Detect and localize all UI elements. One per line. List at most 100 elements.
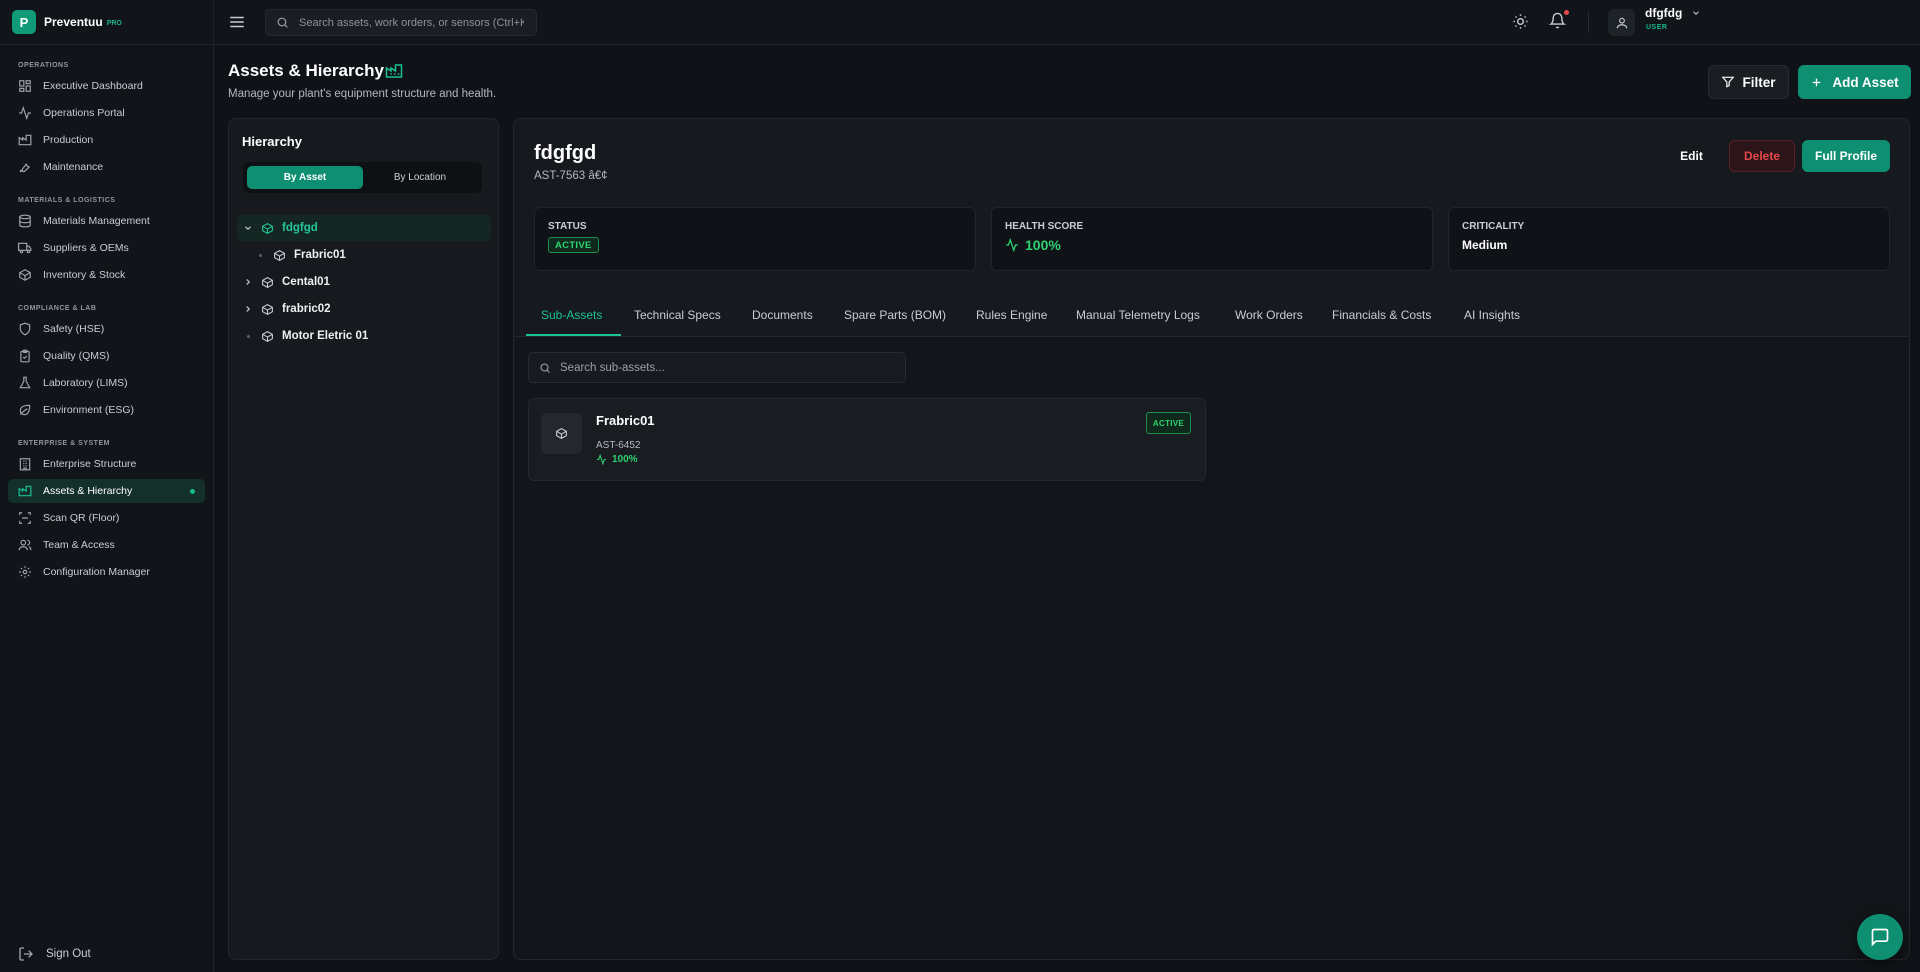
- sidebar-item-environment[interactable]: Environment (ESG): [8, 398, 205, 422]
- filter-icon: [1721, 76, 1736, 88]
- sidebar-item-production[interactable]: Production: [8, 128, 205, 152]
- sidebar-item-operations-portal[interactable]: Operations Portal: [8, 101, 205, 125]
- chevron-down-icon[interactable]: [1691, 8, 1701, 18]
- topbar-divider: [1588, 11, 1589, 33]
- status-stat-card: STATUS ACTIVE: [534, 207, 976, 271]
- sidebar-item-label: Assets & Hierarchy: [43, 485, 133, 497]
- asset-id: AST-7563 â€¢: [534, 170, 608, 182]
- add-asset-button[interactable]: Add Asset: [1798, 65, 1911, 99]
- user-icon: [1616, 17, 1627, 28]
- status-badge: ACTIVE: [548, 237, 599, 253]
- user-avatar[interactable]: [1608, 9, 1635, 36]
- database-icon: [19, 214, 31, 228]
- tab-technical-specs[interactable]: Technical Specs: [634, 308, 721, 322]
- chevron-right-icon[interactable]: [243, 277, 253, 287]
- cube-icon: [556, 428, 567, 439]
- search-icon: [277, 17, 288, 28]
- mode-by-location-button[interactable]: By Location: [362, 166, 478, 189]
- sidebar-item-label: Operations Portal: [43, 107, 125, 119]
- tree-node-frabric02[interactable]: frabric02: [237, 296, 491, 322]
- tree-node-motor-eletric[interactable]: Motor Eletric 01: [237, 323, 491, 349]
- tab-documents[interactable]: Documents: [752, 308, 813, 322]
- tree-node-frabric01[interactable]: Frabric01: [237, 242, 491, 268]
- brand[interactable]: P Preventuu PRO: [0, 0, 213, 45]
- sidebar-item-team-access[interactable]: Team & Access: [8, 533, 205, 557]
- health-score: 100%: [1025, 237, 1061, 253]
- tree-node-label: Motor Eletric 01: [282, 330, 369, 342]
- health-value: 100%: [1005, 237, 1061, 253]
- tree-node-label: fdgfgd: [282, 222, 318, 234]
- users-icon: [18, 539, 32, 551]
- scan-icon: [19, 512, 31, 524]
- sub-asset-card[interactable]: Frabric01 AST-6452 100% ACTIVE: [528, 398, 1206, 481]
- chevron-down-icon[interactable]: [243, 223, 253, 233]
- active-tab-indicator: [526, 334, 621, 336]
- nav-section-title: OPERATIONS: [18, 62, 69, 69]
- tab-rules-engine[interactable]: Rules Engine: [976, 308, 1047, 322]
- sidebar-item-executive-dashboard[interactable]: Executive Dashboard: [8, 74, 205, 98]
- clipboard-icon: [20, 349, 30, 363]
- sidebar-item-safety[interactable]: Safety (HSE): [8, 317, 205, 341]
- notification-bell-icon[interactable]: [1549, 12, 1566, 29]
- tab-work-orders[interactable]: Work Orders: [1235, 308, 1303, 322]
- sidebar-item-label: Team & Access: [43, 539, 115, 551]
- tab-sub-assets[interactable]: Sub-Assets: [541, 308, 602, 322]
- nav-section-title: MATERIALS & LOGISTICS: [18, 197, 116, 204]
- sidebar-item-label: Production: [43, 134, 94, 146]
- chevron-right-icon[interactable]: [243, 304, 253, 314]
- search-input[interactable]: [299, 16, 524, 29]
- filter-button[interactable]: Filter: [1708, 65, 1789, 99]
- add-asset-label: Add Asset: [1832, 74, 1899, 90]
- tree-node-fdgfgd[interactable]: fdgfgd: [237, 215, 491, 241]
- full-profile-button[interactable]: Full Profile: [1802, 140, 1890, 172]
- sidebar: P Preventuu PRO OPERATIONS Executive Das…: [0, 0, 214, 972]
- criticality-stat-card: CRITICALITY Medium: [1448, 207, 1890, 271]
- chat-button[interactable]: [1857, 914, 1903, 960]
- sub-asset-search[interactable]: [528, 352, 906, 383]
- factory-icon: [18, 485, 32, 497]
- activity-icon: [1006, 238, 1018, 252]
- tab-spare-parts[interactable]: Spare Parts (BOM): [844, 308, 946, 322]
- sidebar-nav: OPERATIONS Executive Dashboard Operation…: [0, 62, 213, 584]
- sidebar-item-quality[interactable]: Quality (QMS): [8, 344, 205, 368]
- hierarchy-title: Hierarchy: [242, 134, 302, 149]
- tree-node-cental01[interactable]: Cental01: [237, 269, 491, 295]
- sign-out-button[interactable]: Sign Out: [18, 946, 91, 962]
- settings-icon: [19, 566, 31, 578]
- sub-asset-icon-tile: [541, 413, 582, 454]
- search-icon: [540, 362, 550, 373]
- sub-asset-status-badge: ACTIVE: [1146, 412, 1191, 434]
- tab-ai-insights[interactable]: AI Insights: [1464, 308, 1520, 322]
- sidebar-item-suppliers[interactable]: Suppliers & OEMs: [8, 236, 205, 260]
- user-name[interactable]: dfgfdg: [1645, 6, 1682, 20]
- delete-button[interactable]: Delete: [1729, 140, 1795, 172]
- sub-asset-search-input[interactable]: [560, 361, 890, 374]
- stat-label: HEALTH SCORE: [1005, 221, 1084, 232]
- sidebar-item-inventory[interactable]: Inventory & Stock: [8, 263, 205, 287]
- edit-button[interactable]: Edit: [1671, 140, 1712, 172]
- sidebar-item-maintenance[interactable]: Maintenance: [8, 155, 205, 179]
- sidebar-item-assets-hierarchy[interactable]: Assets & Hierarchy: [8, 479, 205, 503]
- asset-detail-header: fdgfgd AST-7563 â€¢ Edit Delete Full Pro…: [514, 119, 1909, 337]
- theme-toggle-icon[interactable]: [1512, 13, 1529, 30]
- tab-telemetry-logs[interactable]: Manual Telemetry Logs: [1076, 308, 1200, 322]
- mode-by-asset-button[interactable]: By Asset: [247, 166, 363, 189]
- menu-icon[interactable]: [228, 13, 246, 31]
- tree-leaf-bullet: [243, 334, 253, 338]
- sidebar-item-label: Safety (HSE): [43, 323, 105, 335]
- filter-label: Filter: [1742, 74, 1776, 90]
- brand-name: Preventuu: [44, 15, 103, 29]
- tree-node-label: Cental01: [282, 276, 330, 288]
- sidebar-item-label: Executive Dashboard: [43, 80, 143, 92]
- flask-icon: [19, 376, 31, 389]
- activity-icon: [19, 106, 31, 120]
- sidebar-item-laboratory[interactable]: Laboratory (LIMS): [8, 371, 205, 395]
- sidebar-item-configuration[interactable]: Configuration Manager: [8, 560, 205, 584]
- sidebar-item-scan-qr[interactable]: Scan QR (Floor): [8, 506, 205, 530]
- sidebar-item-materials-management[interactable]: Materials Management: [8, 209, 205, 233]
- global-search[interactable]: [265, 9, 537, 36]
- health-stat-card: HEALTH SCORE 100%: [991, 207, 1433, 271]
- chat-icon: [1871, 928, 1889, 947]
- sidebar-item-enterprise-structure[interactable]: Enterprise Structure: [8, 452, 205, 476]
- tab-financials[interactable]: Financials & Costs: [1332, 308, 1431, 322]
